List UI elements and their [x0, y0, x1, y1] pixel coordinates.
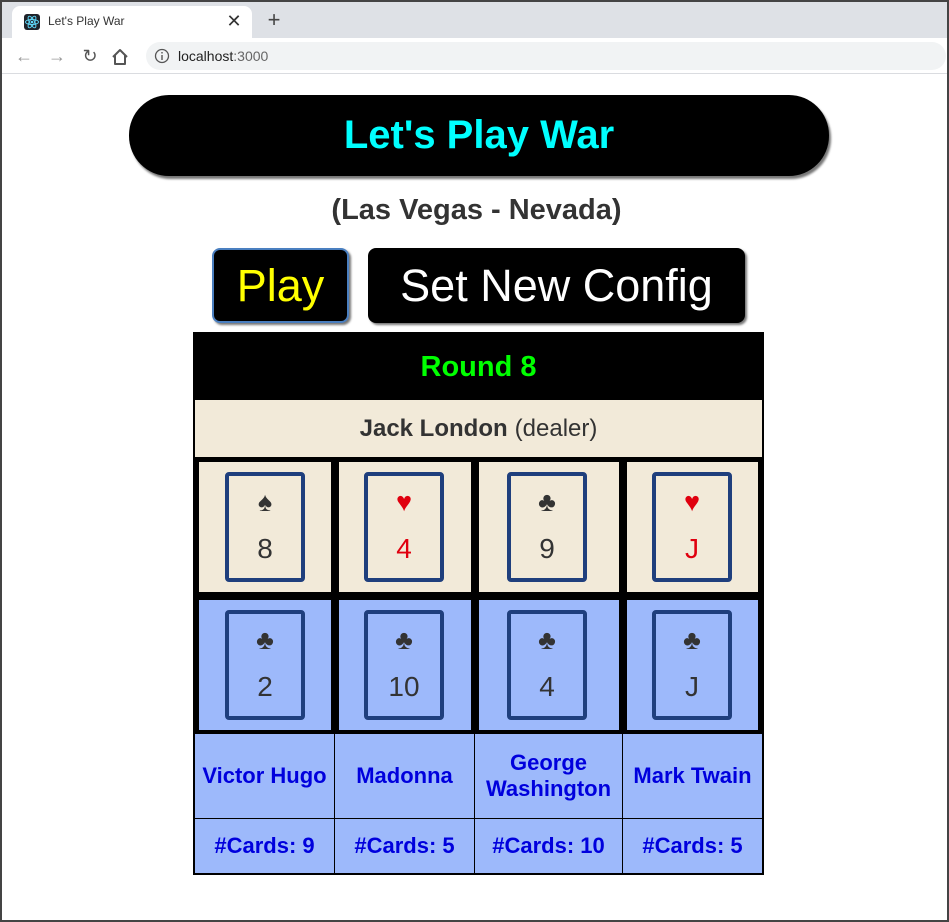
player-card-cell: ♣ 10: [337, 598, 473, 732]
player-card-cell: ♣ 2: [197, 598, 333, 732]
app-title: Let's Play War: [343, 113, 615, 157]
card-rank: J: [685, 533, 699, 564]
playing-card: ♣ 2: [225, 610, 305, 720]
tab-strip: Let's Play War ✕ +: [2, 2, 947, 38]
card-rank: 10: [388, 671, 420, 702]
tab-title: Let's Play War: [48, 14, 125, 28]
forward-arrow-icon[interactable]: →: [45, 44, 69, 68]
player-card-count: #Cards: 5: [642, 833, 743, 858]
card-suit: ♣: [538, 625, 556, 655]
dealer-card-cell: ♥ J: [625, 460, 760, 594]
round-header: Round 8: [195, 334, 762, 400]
card-suit: ♥: [683, 487, 701, 517]
card-suit: ♣: [538, 487, 556, 517]
card-rank: 4: [396, 533, 412, 564]
info-icon[interactable]: [154, 48, 170, 64]
card-rank: 9: [539, 533, 555, 564]
player-card-count: #Cards: 10: [475, 819, 623, 873]
card-rank: J: [685, 671, 699, 702]
playing-card: ♠ 8: [225, 472, 305, 582]
set-new-config-button[interactable]: Set New Config: [368, 248, 745, 323]
dealer-header: Jack London (dealer): [195, 400, 762, 458]
card-rank: 4: [539, 671, 555, 702]
player-card-cell: ♣ J: [625, 598, 760, 732]
player-cards-row: ♣ 2 ♣ 10 ♣ 4 ♣ J: [195, 596, 762, 734]
set-new-config-label: Set New Config: [400, 259, 713, 311]
card-suit: ♣: [395, 625, 413, 655]
playing-card: ♣ 4: [507, 610, 587, 720]
reload-icon[interactable]: ↻: [78, 44, 102, 68]
card-suit: ♣: [256, 625, 274, 655]
player-card-counts-row: #Cards: 9 #Cards: 5 #Cards: 10 #Cards: 5: [195, 818, 762, 873]
player-name: Madonna: [335, 734, 475, 818]
home-icon[interactable]: [110, 47, 130, 67]
dealer-cards-row: ♠ 8 ♥ 4 ♣ 9 ♥ J: [195, 458, 762, 596]
card-rank: 8: [257, 533, 273, 564]
browser-tab[interactable]: Let's Play War ✕: [12, 6, 252, 38]
url-text: localhost:3000: [178, 48, 268, 64]
dealer-name: Jack London: [359, 414, 508, 442]
playing-card: ♣ 10: [364, 610, 444, 720]
browser-toolbar: ← → ↻ localhost:3000: [2, 38, 947, 74]
player-name: Mark Twain: [633, 763, 752, 788]
location-subtitle: (Las Vegas - Nevada): [331, 194, 622, 226]
play-button[interactable]: Play: [212, 248, 349, 323]
react-icon: [24, 14, 40, 30]
address-bar[interactable]: localhost:3000: [146, 42, 946, 70]
card-suit: ♥: [395, 487, 413, 517]
url-port: :3000: [233, 48, 269, 64]
card-rank: 2: [257, 671, 273, 702]
player-card-count: #Cards: 9: [195, 819, 335, 873]
player-name: George Washington: [475, 734, 623, 818]
playing-card: ♣ J: [652, 610, 732, 720]
dealer-card-cell: ♣ 9: [477, 460, 621, 594]
playing-card: ♣ 9: [507, 472, 587, 582]
dealer-suffix: (dealer): [514, 414, 598, 442]
game-table: Round 8 Jack London (dealer) ♠ 8 ♥ 4 ♣ 9…: [193, 332, 764, 875]
browser-window: Let's Play War ✕ + ← → ↻ localhost:3000 …: [0, 0, 949, 922]
round-label: Round 8: [420, 350, 537, 383]
player-names-row: Victor Hugo Madonna George Washington Ma…: [195, 734, 762, 818]
dealer-card-cell: ♠ 8: [197, 460, 333, 594]
player-name: Victor Hugo: [195, 734, 335, 818]
play-button-label: Play: [236, 259, 325, 311]
plus-icon[interactable]: +: [264, 6, 284, 34]
player-card-cell: ♣ 4: [477, 598, 621, 732]
dealer-card-cell: ♥ 4: [337, 460, 473, 594]
back-arrow-icon[interactable]: ←: [12, 44, 36, 68]
card-suit: ♠: [257, 487, 273, 517]
url-host: localhost: [178, 48, 234, 64]
app-title-banner: Let's Play War: [129, 95, 829, 176]
playing-card: ♥ J: [652, 472, 732, 582]
player-card-count: #Cards: 5: [335, 819, 475, 873]
card-suit: ♣: [683, 625, 701, 655]
close-icon[interactable]: ✕: [224, 9, 244, 33]
playing-card: ♥ 4: [364, 472, 444, 582]
